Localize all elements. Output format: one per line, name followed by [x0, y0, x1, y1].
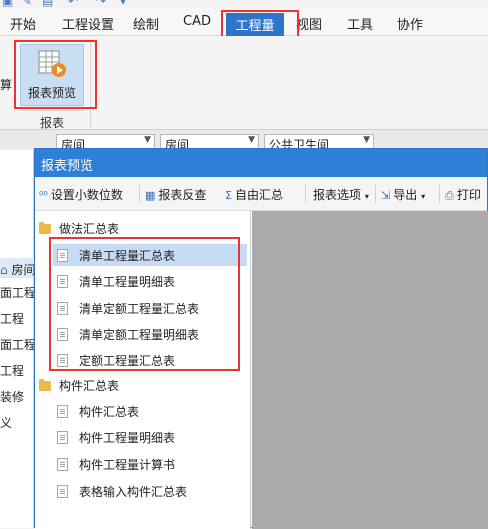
tab-project-settings[interactable]: 工程设置 — [62, 14, 114, 33]
bg-tree-item[interactable]: 工程 — [0, 310, 24, 327]
document-icon — [57, 354, 68, 367]
tab-view[interactable]: 视图 — [296, 14, 322, 33]
tree-item[interactable]: 清单工程量汇总表 — [53, 244, 247, 266]
decimals-icon: ⁰⁰ — [39, 189, 48, 202]
free-summary-button[interactable]: Σ 自由汇总 — [225, 186, 283, 203]
document-icon — [57, 275, 68, 288]
document-icon — [57, 405, 68, 418]
chevron-down-icon: ▼ — [144, 135, 151, 145]
save-icon[interactable]: ▣ — [2, 0, 13, 8]
sigma-icon: Σ — [225, 189, 232, 202]
tree-item[interactable]: 构件汇总表 — [57, 403, 139, 420]
cut-ribbon-label: 算 — [0, 78, 13, 92]
tab-draw[interactable]: 绘制 — [133, 14, 159, 33]
quick-access-toolbar: ▣ ✎ ▤ ↶ ↷ ▾ — [0, 0, 488, 8]
bg-tree-item[interactable]: 义 — [0, 414, 12, 431]
tree-item[interactable]: 清单定额工程量汇总表 — [57, 300, 199, 317]
redo-icon[interactable]: ↷ — [96, 0, 106, 8]
bg-tree-item[interactable]: 工程 — [0, 362, 24, 379]
tab-start[interactable]: 开始 — [10, 14, 36, 33]
tree-item[interactable]: 定额工程量汇总表 — [57, 352, 175, 369]
tree-item[interactable]: 表格输入构件汇总表 — [57, 483, 187, 500]
document-icon — [57, 328, 68, 341]
document-icon — [57, 485, 68, 498]
report-preview-button[interactable]: 报表预览 — [20, 44, 84, 106]
tree-item[interactable]: 构件工程量计算书 — [57, 456, 175, 473]
tree-item[interactable]: 清单定额工程量明细表 — [57, 326, 199, 343]
folder-icon — [39, 379, 51, 391]
new-icon[interactable]: ▤ — [42, 0, 53, 8]
print-button[interactable]: ⎙ 打印 — [445, 186, 481, 203]
export-icon: ⇲ — [381, 189, 391, 202]
printer-icon: ⎙ — [445, 189, 454, 202]
background-tree-panel: ⌂ 房间 面工程 工程 面工程 工程 装修 义 — [0, 150, 36, 528]
document-icon — [57, 458, 68, 471]
tree-group-method-summary[interactable]: 做法汇总表 — [39, 220, 119, 237]
report-preview-dialog: 报表预览 ⁰⁰ 设置小数位数 ▦ 报表反查 Σ 自由汇总 报表选项 ▾ ⇲ 导出 ▾ ⎙… — [34, 148, 488, 529]
report-check-button[interactable]: ▦ 报表反查 — [145, 186, 206, 203]
tab-collaborate[interactable]: 协作 — [397, 14, 423, 33]
filter-bar: 房间 ▼ 房间 ▼ 公共卫生间 ▼ — [0, 130, 488, 152]
document-icon — [57, 302, 68, 315]
tree-group-component-summary[interactable]: 构件汇总表 — [39, 377, 119, 394]
dialog-title[interactable]: 报表预览 — [35, 149, 487, 177]
undo-icon[interactable]: ↶ — [68, 0, 78, 8]
ribbon-panel: 算 报表预览 报表 — [0, 36, 488, 130]
tab-quantity[interactable]: 工程量 — [226, 13, 284, 36]
report-options-button[interactable]: 报表选项 ▾ — [313, 186, 369, 203]
bg-tree-item[interactable]: 装修 — [0, 388, 24, 405]
table-search-icon: ▦ — [145, 189, 156, 202]
chevron-down-icon: ▼ — [248, 135, 255, 145]
export-button[interactable]: ⇲ 导出 ▾ — [381, 186, 425, 203]
report-preview-area[interactable] — [252, 211, 488, 529]
open-icon[interactable]: ✎ — [22, 0, 32, 8]
folder-icon — [39, 222, 51, 234]
document-icon — [57, 249, 68, 262]
tree-item[interactable]: 清单工程量明细表 — [57, 273, 175, 290]
report-preview-label: 报表预览 — [27, 86, 76, 100]
tab-cad[interactable]: CAD — [183, 14, 211, 29]
dialog-toolbar: ⁰⁰ 设置小数位数 ▦ 报表反查 Σ 自由汇总 报表选项 ▾ ⇲ 导出 ▾ ⎙ 打印 — [35, 177, 487, 211]
report-preview-icon — [38, 50, 66, 77]
bg-tree-item[interactable]: 面工程 — [0, 336, 36, 353]
tab-tools[interactable]: 工具 — [347, 14, 373, 33]
chevron-down-icon: ▼ — [363, 135, 370, 145]
bg-tree-item[interactable]: ⌂ 房间 — [0, 258, 35, 278]
set-decimals-button[interactable]: ⁰⁰ 设置小数位数 — [39, 186, 123, 203]
dropdown-icon[interactable]: ▾ — [120, 0, 126, 8]
report-group-label: 报表 — [39, 116, 64, 130]
ribbon-tabs: 开始 工程设置 绘制 CAD 工程量 视图 工具 协作 — [0, 8, 488, 36]
tree-item[interactable]: 构件工程量明细表 — [57, 429, 175, 446]
bg-tree-item[interactable]: 面工程 — [0, 284, 36, 301]
report-tree: 做法汇总表 清单工程量汇总表 清单工程量明细表 清单定额工程量汇总表 清单定额工… — [35, 211, 251, 529]
document-icon — [57, 431, 68, 444]
